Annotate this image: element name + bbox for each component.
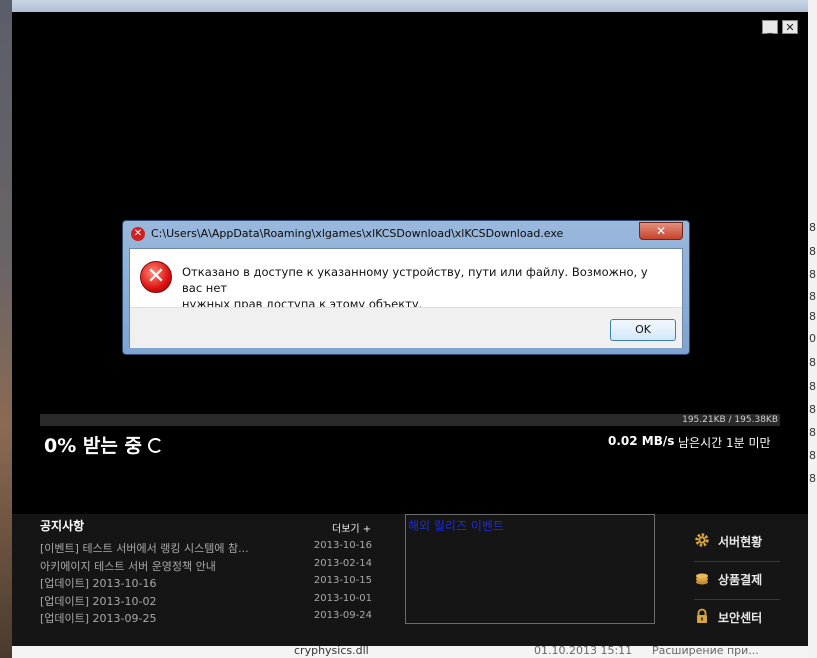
dialog-message: Отказано в доступе к указанному устройст… xyxy=(182,264,662,312)
background-text-fragment: 8 xyxy=(809,380,816,393)
security-center-label: 보안센터 xyxy=(718,611,763,625)
download-status: 0% 받는 중 xyxy=(44,431,163,458)
download-speed: 0.02 MB/s xyxy=(608,434,675,448)
background-window-titlebar xyxy=(0,0,817,12)
notice-item-date: 2013-10-16 xyxy=(313,540,372,551)
notice-item[interactable]: [업데이트] 2013-09-25 2013-09-24 xyxy=(40,610,372,628)
notice-list: [이벤트] 테스트 서버에서 랭킹 시스템에 참... 2013-10-16 아… xyxy=(40,540,372,628)
coins-icon xyxy=(696,573,708,585)
security-center-button[interactable]: 보안센터 xyxy=(694,604,780,632)
background-text-fragment: 8 xyxy=(809,449,816,462)
download-size-text: 195.21KB / 195.38KB xyxy=(682,415,778,425)
background-explorer-column: 8 8 8 8 8 0 8 8 8 8 8 8 xyxy=(808,0,817,658)
dialog-footer: OK xyxy=(130,307,682,348)
payment-label: 상품결제 xyxy=(718,573,763,587)
notice-more-link[interactable]: 더보기 + xyxy=(332,520,371,535)
error-small-icon: ✕ xyxy=(131,227,145,241)
background-text-fragment: 8 xyxy=(809,472,816,485)
notice-item-date: 2013-10-15 xyxy=(313,575,372,586)
notice-title: 공지사항 xyxy=(40,519,85,533)
background-text-fragment: 8 xyxy=(809,426,816,439)
notice-item[interactable]: [업데이트] 2013-10-02 2013-10-01 xyxy=(40,593,372,611)
side-menu-divider xyxy=(694,561,780,562)
background-text-fragment: 8 xyxy=(809,268,816,281)
error-dialog: ✕ C:\Users\A\AppData\Roaming\xlgames\xlK… xyxy=(122,220,690,355)
background-text-fragment: 8 xyxy=(809,403,816,416)
background-text-fragment: 8 xyxy=(809,356,816,369)
notice-item[interactable]: [이벤트] 테스트 서버에서 랭킹 시스템에 참... 2013-10-16 xyxy=(40,540,372,558)
dialog-close-button[interactable]: ✕ xyxy=(639,222,683,240)
notice-item-title: [업데이트] 2013-09-25 xyxy=(40,612,157,625)
background-text-fragment: 8 xyxy=(809,221,816,234)
notice-item-date: 2013-09-24 xyxy=(313,610,372,621)
dialog-title: C:\Users\A\AppData\Roaming\xlgames\xlKCS… xyxy=(151,227,564,240)
gear-icon xyxy=(695,533,709,547)
side-menu-divider xyxy=(694,599,780,600)
notice-item-date: 2013-02-14 xyxy=(313,557,372,569)
loading-spinner-icon xyxy=(147,438,163,453)
bottom-panel: 공지사항 더보기 + [이벤트] 테스트 서버에서 랭킹 시스템에 참... 2… xyxy=(12,514,808,646)
dialog-body: ✕ Отказано в доступе к указанному устрой… xyxy=(129,248,683,348)
background-text-fragment: 8 xyxy=(809,290,816,303)
download-remaining-time: 남은시간 1분 미만 xyxy=(678,436,771,450)
lock-icon xyxy=(697,608,707,623)
download-progress-bar: 195.21KB / 195.38KB xyxy=(40,414,780,426)
ok-button[interactable]: OK xyxy=(610,319,676,341)
background-text-fragment: 8 xyxy=(809,310,816,323)
notice-item-title: [업데이트] 2013-10-16 xyxy=(40,577,157,590)
server-status-label: 서버현황 xyxy=(718,535,763,549)
notice-item-title: [이벤트] 테스트 서버에서 랭킹 시스템에 참... xyxy=(40,542,249,555)
server-status-button[interactable]: 서버현황 xyxy=(694,528,780,556)
background-text-fragment: 0 xyxy=(809,332,816,345)
error-icon: ✕ xyxy=(140,261,172,293)
minimize-button[interactable]: _ xyxy=(762,20,778,34)
notice-item[interactable]: 아키에이지 테스트 서버 운영정책 안내 2013-02-14 xyxy=(40,558,372,576)
notice-item-title: 아키에이지 테스트 서버 운영정책 안내 xyxy=(40,559,216,573)
notice-item-date: 2013-10-01 xyxy=(313,592,372,604)
payment-button[interactable]: 상품결제 xyxy=(694,566,780,594)
event-banner-label: 해외 릴리즈 이벤트 xyxy=(408,519,504,533)
dialog-message-line: Отказано в доступе к указанному устройст… xyxy=(182,265,648,295)
event-banner[interactable]: 해외 릴리즈 이벤트 xyxy=(405,514,655,624)
notice-item-title: [업데이트] 2013-10-02 xyxy=(40,594,157,608)
background-explorer-row: cryphysics.dll 01.10.2013 15:11 Расширен… xyxy=(12,644,808,658)
background-text-fragment: 8 xyxy=(809,245,816,258)
download-percent-text: 0% 받는 중 xyxy=(44,435,142,457)
notice-item[interactable]: [업데이트] 2013-10-16 2013-10-15 xyxy=(40,575,372,593)
close-button[interactable]: ✕ xyxy=(782,20,798,34)
desktop-wallpaper xyxy=(0,0,12,658)
